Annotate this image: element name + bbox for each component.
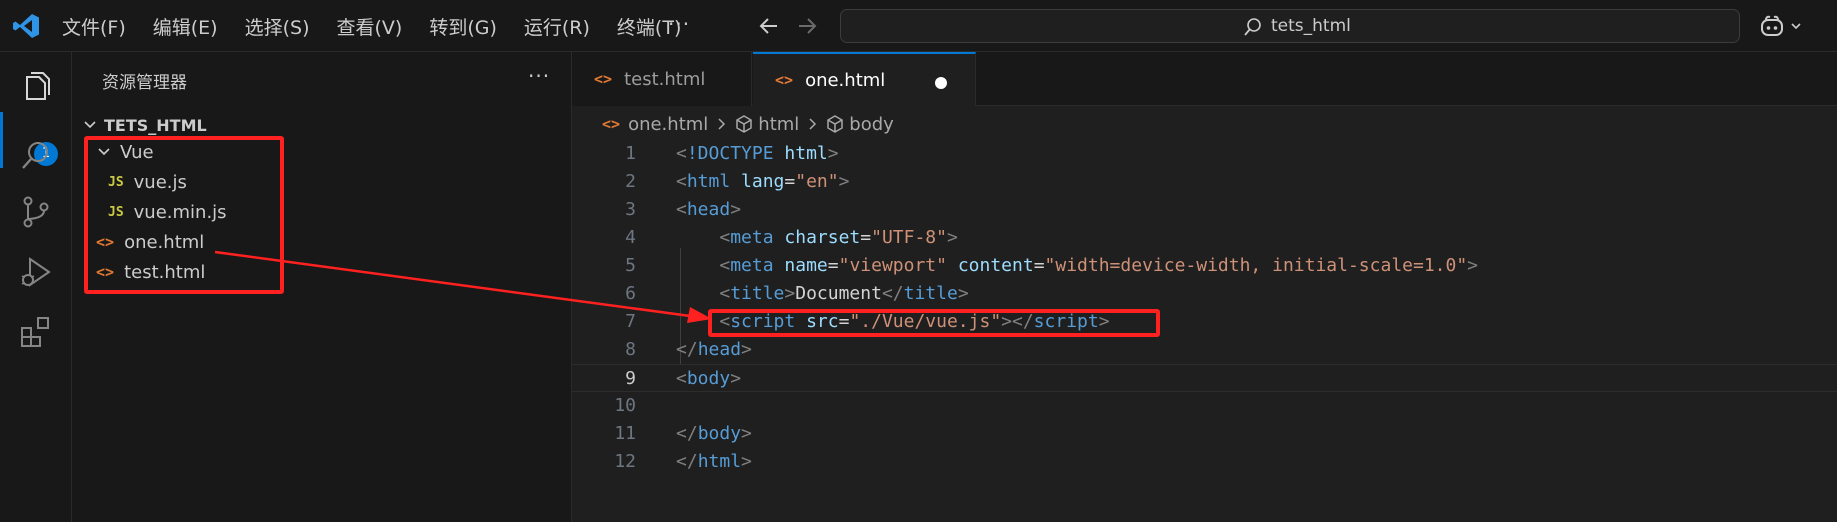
title-bar: 文件(F) 编辑(E) 选择(S) 查看(V) 转到(G) 运行(R) 终端(T… <box>0 0 1837 52</box>
line-number: 11 <box>614 423 636 444</box>
attr-name: name <box>784 255 828 276</box>
explorer-more-icon[interactable]: ··· <box>528 64 550 88</box>
line-number: 6 <box>625 283 636 304</box>
explorer-sidebar: 资源管理器 ··· TETS_HTML Vue JS vue.js JS vue… <box>72 52 572 522</box>
tab-label: one.html <box>805 69 886 91</box>
menu-file[interactable]: 文件(F) <box>62 13 126 40</box>
doctype-keyword: !DOCTYPE <box>686 143 774 164</box>
menu-bar: 文件(F) 编辑(E) 选择(S) 查看(V) 转到(G) 运行(R) 终端(T… <box>62 0 708 52</box>
menu-run[interactable]: 运行(R) <box>524 13 590 40</box>
active-indicator <box>0 112 3 168</box>
line-number: 8 <box>625 339 636 360</box>
menu-view[interactable]: 查看(V) <box>337 13 403 40</box>
tag-name: title <box>903 283 958 304</box>
chevron-right-icon <box>809 118 817 130</box>
editor-tabs: <> test.html <> one.html <box>572 52 1837 106</box>
line-number: 2 <box>625 171 636 192</box>
chevron-right-icon <box>718 118 726 130</box>
line-number: 7 <box>625 311 636 332</box>
text-content: Document <box>795 283 882 304</box>
explorer-title: 资源管理器 <box>102 73 187 93</box>
attr-name: content <box>957 255 1034 276</box>
tab-label: test.html <box>624 68 706 90</box>
code-line[interactable]: 3 <head> <box>572 196 1837 224</box>
breadcrumb: <> one.html html body <box>602 110 894 138</box>
menu-more-icon[interactable]: ··· <box>668 12 690 36</box>
code-line-current[interactable]: 9 <body> <box>572 364 1837 392</box>
tab-test-html[interactable]: <> test.html <box>572 52 752 106</box>
attr-name: charset <box>784 227 861 248</box>
element-cube-icon <box>736 115 753 133</box>
line-number: 10 <box>614 395 636 416</box>
tag-name: body <box>686 368 731 389</box>
activity-bar: 1 <box>0 52 72 522</box>
tag-name: html <box>686 171 731 192</box>
line-number: 9 <box>625 368 636 389</box>
workspace-root-label: TETS_HTML <box>104 115 207 135</box>
attr-value: "viewport" <box>838 255 947 276</box>
explorer-files-icon[interactable] <box>18 68 54 104</box>
chevron-down-icon <box>84 121 96 129</box>
breadcrumb-body[interactable]: body <box>849 114 894 135</box>
menu-selection[interactable]: 选择(S) <box>245 13 310 40</box>
tag-name: meta <box>730 227 774 248</box>
search-icon <box>1244 18 1261 36</box>
code-line[interactable]: 1 <!DOCTYPE html> <box>572 140 1837 168</box>
command-center-search[interactable]: tets_html <box>840 9 1740 43</box>
line-number: 12 <box>614 451 636 472</box>
tag-name: head <box>697 339 742 360</box>
attr-value: "width=device-width, initial-scale=1.0" <box>1044 255 1468 276</box>
line-number: 5 <box>625 255 636 276</box>
doctype-html: html <box>784 143 828 164</box>
code-line[interactable]: 2 <html lang="en"> <box>572 168 1837 196</box>
workspace-root-folder[interactable]: TETS_HTML <box>82 112 207 138</box>
html-file-icon: <> <box>775 71 794 89</box>
breadcrumb-html[interactable]: html <box>758 114 799 135</box>
attr-value: "en" <box>795 171 839 192</box>
tag-name: meta <box>730 255 774 276</box>
code-line[interactable]: 8 </head> <box>572 336 1837 364</box>
source-control-icon[interactable] <box>18 194 54 230</box>
copilot-icon[interactable] <box>1760 14 1784 38</box>
tab-one-html[interactable]: <> one.html <box>753 52 976 106</box>
command-center-text: tets_html <box>1271 16 1351 36</box>
tag-name: html <box>697 451 742 472</box>
search-icon[interactable] <box>18 138 54 174</box>
attr-name: lang <box>741 171 785 192</box>
html-file-icon: <> <box>602 115 621 133</box>
line-number: 3 <box>625 199 636 220</box>
editor-area: <> test.html <> one.html <> one.html htm… <box>572 52 1837 522</box>
unsaved-dot-icon[interactable] <box>935 77 947 89</box>
line-number: 4 <box>625 227 636 248</box>
run-debug-icon[interactable] <box>18 254 54 290</box>
line-number: 1 <box>625 143 636 164</box>
annotation-box-script-line <box>708 309 1160 337</box>
code-line[interactable]: 12 </html> <box>572 448 1837 476</box>
element-cube-icon <box>827 115 844 133</box>
code-line[interactable]: 5 <meta name="viewport" content="width=d… <box>572 252 1837 280</box>
annotation-box-vue-folder <box>84 136 284 294</box>
forward-arrow-icon[interactable] <box>795 14 819 38</box>
chevron-down-icon[interactable] <box>1790 20 1802 32</box>
tag-name: title <box>730 283 785 304</box>
vscode-logo-icon[interactable] <box>12 12 40 40</box>
attr-value: "UTF-8" <box>871 227 947 248</box>
back-arrow-icon[interactable] <box>757 14 781 38</box>
tag-name: head <box>686 199 731 220</box>
code-line[interactable]: 10 <box>572 392 1837 420</box>
extensions-icon[interactable] <box>18 314 54 350</box>
html-file-icon: <> <box>594 70 613 88</box>
menu-edit[interactable]: 编辑(E) <box>153 13 218 40</box>
code-line[interactable]: 11 </body> <box>572 420 1837 448</box>
tag-name: body <box>697 423 742 444</box>
code-line[interactable]: 6 <title>Document</title> <box>572 280 1837 308</box>
breadcrumb-file[interactable]: one.html <box>628 114 708 135</box>
code-line[interactable]: 4 <meta charset="UTF-8"> <box>572 224 1837 252</box>
menu-go[interactable]: 转到(G) <box>429 13 497 40</box>
